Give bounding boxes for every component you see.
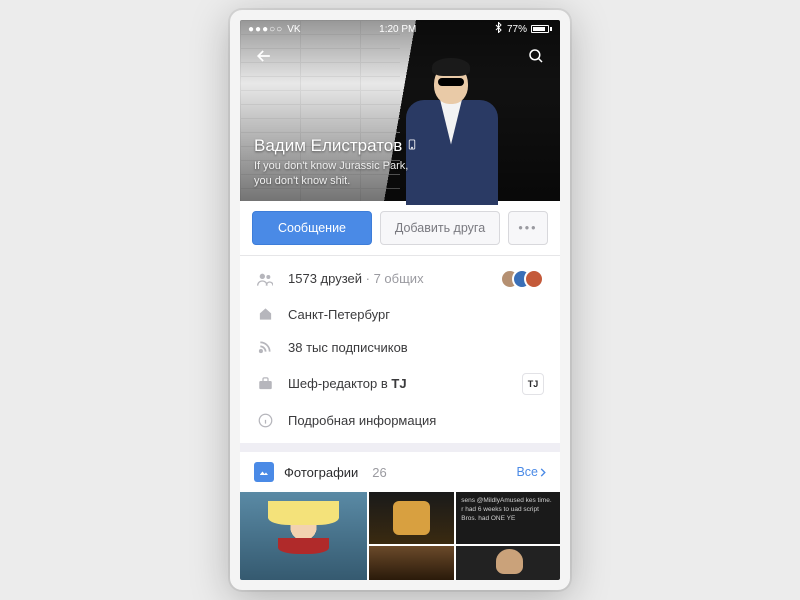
row-city[interactable]: Санкт-Петербург — [240, 298, 560, 331]
friends-icon — [256, 272, 274, 286]
profile-name: Вадим Елистратов — [254, 136, 402, 156]
mobile-icon — [408, 139, 416, 153]
search-button[interactable] — [522, 42, 550, 70]
photos-section: Фотографии 26 Все sens @MildlyAmused kes… — [240, 452, 560, 580]
job-prefix: Шеф-редактор в — [288, 376, 391, 391]
job-place: TJ — [391, 376, 406, 391]
profile-status-line2: you don't know shit. — [254, 174, 416, 189]
add-friend-button[interactable]: Добавить друга — [380, 211, 500, 245]
mutual-avatars — [500, 269, 544, 289]
rss-icon — [256, 340, 274, 354]
photo-thumb[interactable] — [240, 492, 367, 580]
avatar — [524, 269, 544, 289]
photos-title: Фотографии — [284, 465, 358, 480]
carrier-label: VK — [287, 24, 300, 35]
more-button[interactable]: ••• — [508, 211, 548, 245]
city-label: Санкт-Петербург — [288, 307, 544, 322]
info-section: 1573 друзей · 7 общих Санкт-Петербург — [240, 256, 560, 443]
photo-thumb[interactable] — [369, 546, 454, 580]
action-bar: Сообщение Добавить друга ••• — [240, 201, 560, 256]
info-icon — [256, 413, 274, 428]
status-bar: ●●●○○ VK 1:20 PM 77% — [240, 20, 560, 38]
signal-dots-icon: ●●●○○ — [248, 24, 283, 35]
bluetooth-icon — [495, 22, 503, 36]
profile-status-line1: If you don't know Jurassic Park, — [254, 159, 416, 174]
back-button[interactable] — [250, 42, 278, 70]
photos-grid: sens @MildlyAmused kes time. r had 6 wee… — [240, 492, 560, 580]
home-icon — [256, 307, 274, 321]
followers-label: 38 тыс подписчиков — [288, 340, 544, 355]
photos-count: 26 — [372, 465, 386, 480]
details-label: Подробная информация — [288, 413, 544, 428]
photo-thumb[interactable]: sens @MildlyAmused kes time. r had 6 wee… — [456, 492, 560, 544]
photo-thumb[interactable] — [369, 492, 454, 544]
screen: ●●●○○ VK 1:20 PM 77% — [240, 20, 560, 580]
battery-pct: 77% — [507, 24, 527, 35]
row-followers[interactable]: 38 тыс подписчиков — [240, 331, 560, 364]
briefcase-icon — [256, 377, 274, 390]
battery-icon — [531, 25, 552, 33]
friends-count: 1573 друзей — [288, 271, 362, 286]
row-details[interactable]: Подробная информация — [240, 404, 560, 437]
message-button[interactable]: Сообщение — [252, 211, 372, 245]
profile-cover: Вадим Елистратов If you don't know Juras… — [240, 20, 560, 201]
photos-icon — [254, 462, 274, 482]
section-gap — [240, 443, 560, 453]
row-job[interactable]: Шеф-редактор в TJ TJ — [240, 364, 560, 404]
phone-frame: ●●●○○ VK 1:20 PM 77% — [230, 10, 570, 590]
photo-thumb[interactable] — [456, 546, 560, 580]
row-friends[interactable]: 1573 друзей · 7 общих — [240, 260, 560, 298]
mutual-count: 7 общих — [374, 271, 424, 286]
photos-all-link[interactable]: Все — [516, 465, 546, 479]
photos-header[interactable]: Фотографии 26 Все — [240, 452, 560, 492]
clock: 1:20 PM — [379, 24, 416, 35]
job-chip: TJ — [522, 373, 544, 395]
